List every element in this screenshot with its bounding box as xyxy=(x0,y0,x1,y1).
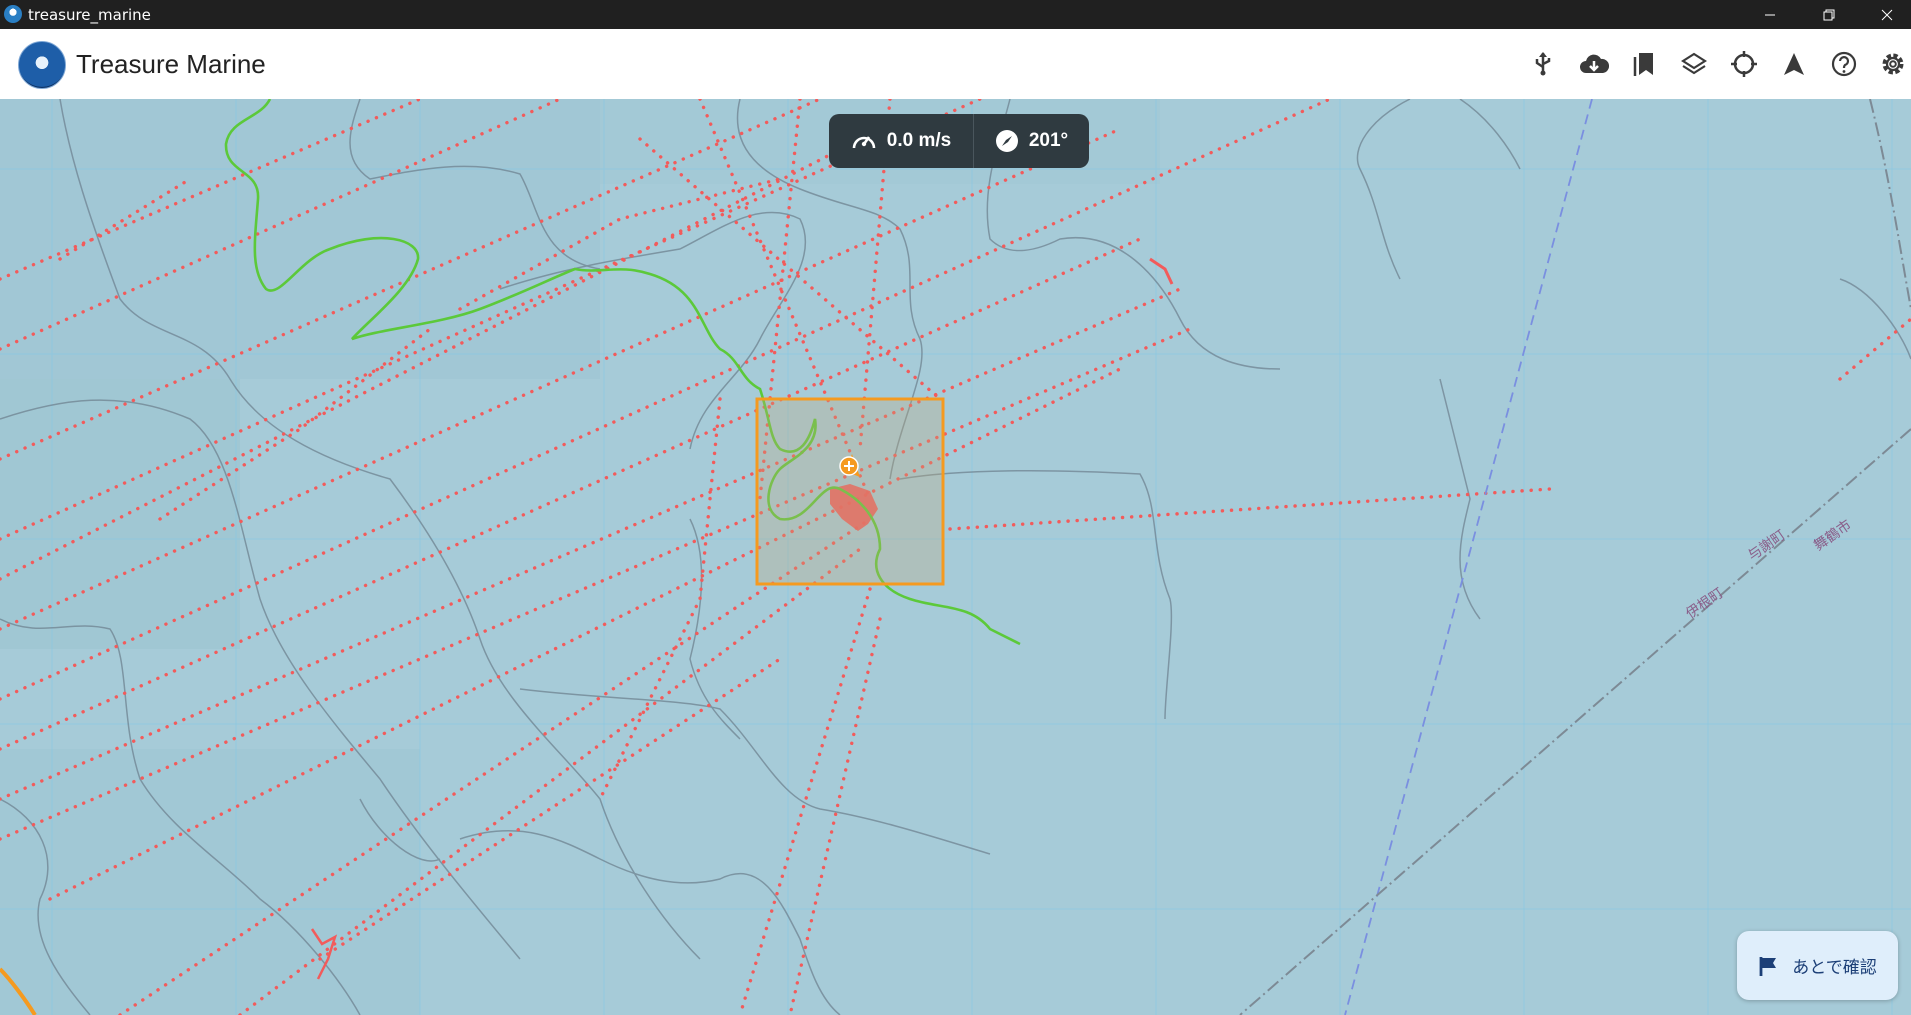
layers-icon[interactable] xyxy=(1678,48,1710,80)
speedometer-icon xyxy=(852,136,876,149)
usb-icon[interactable] xyxy=(1527,48,1559,80)
minimize-icon xyxy=(1765,14,1775,15)
window-titlebar: treasure_marine xyxy=(0,0,1911,29)
help-icon[interactable] xyxy=(1828,48,1860,80)
restore-button[interactable] xyxy=(1806,0,1852,29)
window-title: treasure_marine xyxy=(28,6,151,24)
check-later-label: あとで確認 xyxy=(1792,958,1877,978)
cloud-download-icon[interactable] xyxy=(1578,48,1610,80)
compass-icon xyxy=(995,130,1018,152)
check-later-button[interactable]: あとで確認 xyxy=(1737,931,1898,1000)
navigation-arrow-icon[interactable] xyxy=(1778,48,1810,80)
speed-value: 0.0 m/s xyxy=(886,130,952,151)
selection-area[interactable] xyxy=(755,397,945,586)
settings-gear-icon[interactable] xyxy=(1877,48,1909,80)
speed-heading-panel: 0.0 m/s 201° xyxy=(829,114,1089,168)
minimize-button[interactable] xyxy=(1747,0,1793,29)
restore-icon xyxy=(1823,9,1835,20)
chart-map[interactable]: 伊根町 与謝町 舞鶴市 xyxy=(0,99,1911,1015)
app-name: Treasure Marine xyxy=(76,49,266,79)
app-header: Treasure Marine xyxy=(0,29,1911,100)
bookmarks-icon[interactable] xyxy=(1628,48,1660,80)
crosshair-icon[interactable] xyxy=(1728,48,1760,80)
app-small-icon xyxy=(4,5,22,23)
flag-icon xyxy=(1759,956,1777,976)
close-button[interactable] xyxy=(1864,0,1910,29)
close-icon xyxy=(1881,9,1893,20)
heading-value: 201° xyxy=(1028,130,1069,151)
app-logo xyxy=(18,41,66,89)
